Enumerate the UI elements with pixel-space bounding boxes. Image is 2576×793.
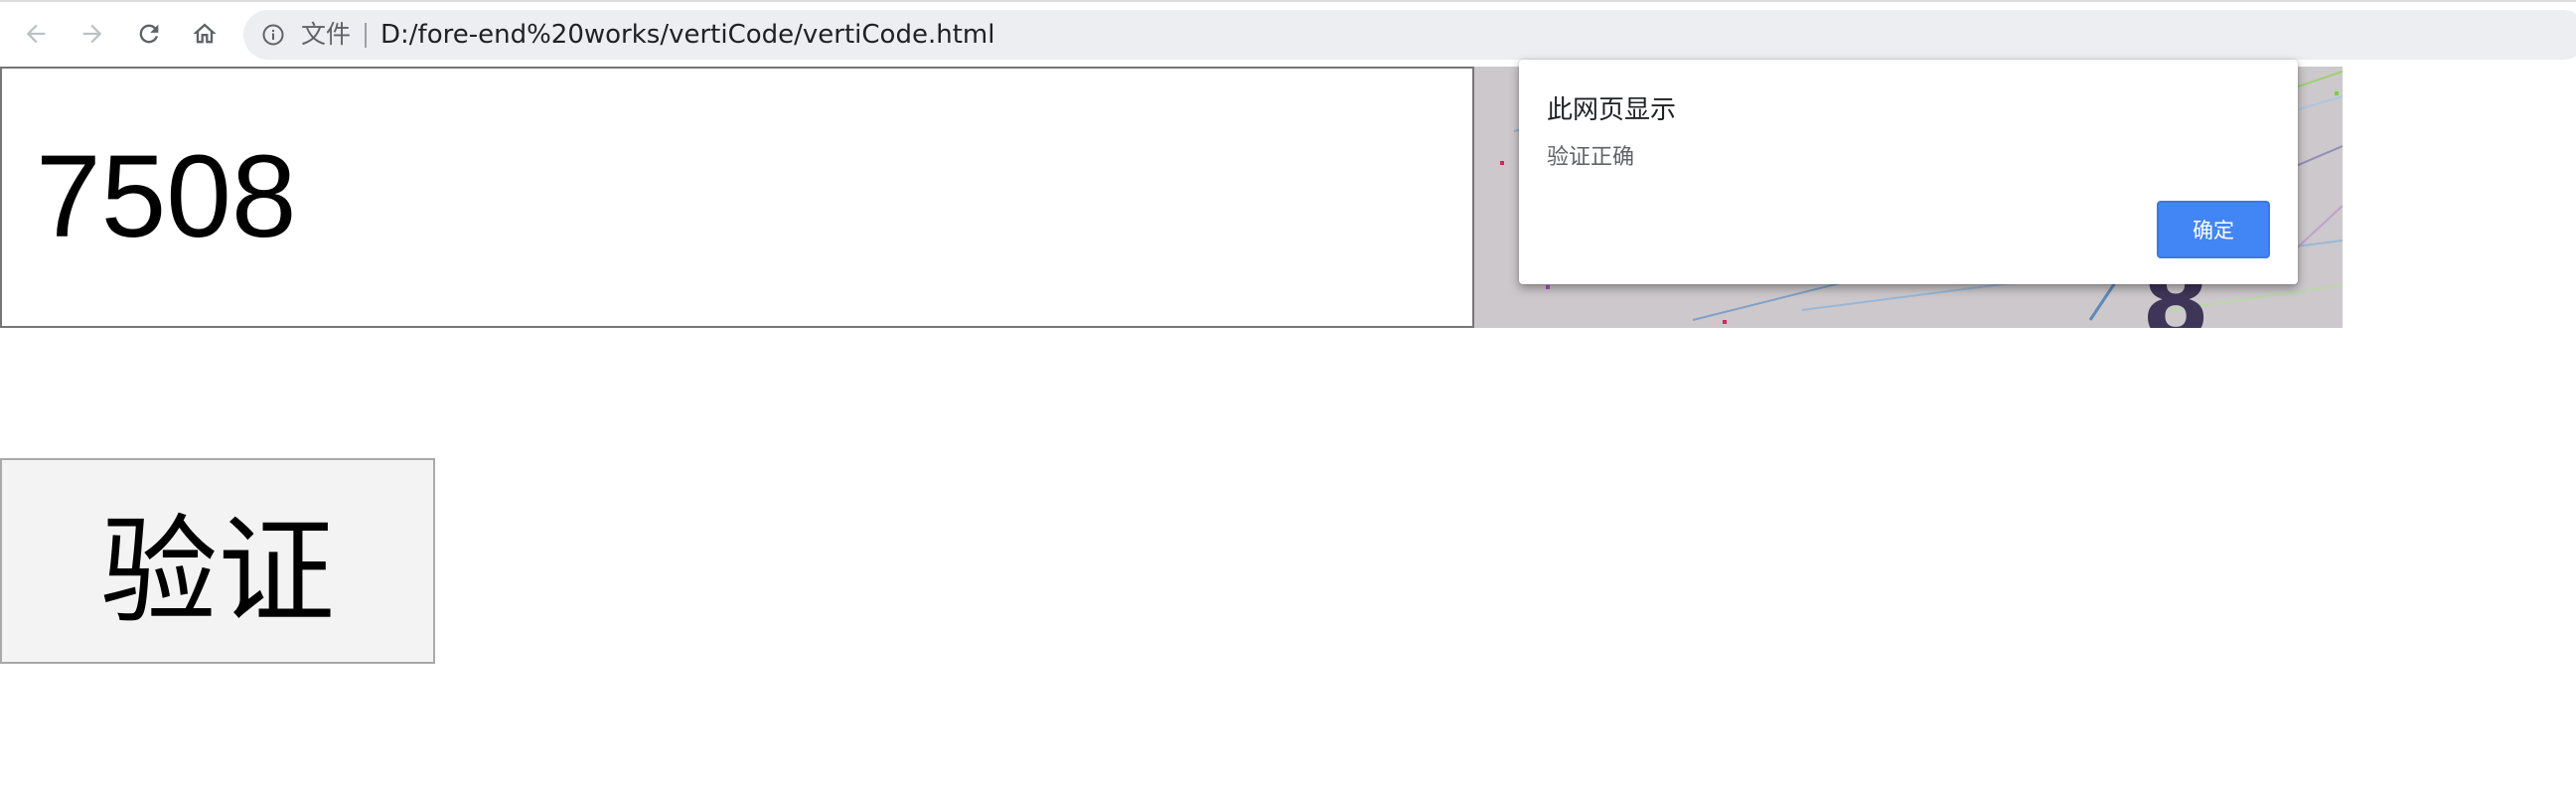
omnibox-divider bbox=[365, 23, 367, 48]
dialog-message: 验证正确 bbox=[1547, 145, 1635, 170]
alert-dialog: 此网页显示 验证正确 确定 bbox=[1519, 60, 2298, 284]
forward-arrow-icon bbox=[82, 24, 102, 44]
captcha-noise-dot bbox=[1723, 320, 1727, 324]
url-text[interactable]: D:/fore-end%20works/vertiCode/vertiCode.… bbox=[380, 10, 994, 60]
reload-button[interactable] bbox=[131, 16, 167, 52]
address-bar[interactable]: 文件 D:/fore-end%20works/vertiCode/vertiCo… bbox=[243, 10, 2576, 60]
ok-button[interactable]: 确定 bbox=[2157, 201, 2270, 258]
code-input[interactable]: 7508 bbox=[0, 67, 1474, 328]
captcha-noise-dot bbox=[1546, 285, 1550, 289]
back-button[interactable] bbox=[18, 16, 54, 52]
home-button[interactable] bbox=[187, 16, 223, 52]
forward-button[interactable] bbox=[75, 16, 110, 52]
info-icon[interactable] bbox=[261, 23, 285, 47]
scheme-label: 文件 bbox=[301, 20, 352, 49]
verify-button[interactable]: 验证 bbox=[0, 458, 435, 664]
dialog-title: 此网页显示 bbox=[1547, 95, 1677, 125]
captcha-noise-dot bbox=[2335, 91, 2339, 95]
reload-icon bbox=[139, 24, 159, 44]
captcha-noise-dot bbox=[1500, 161, 1504, 165]
home-icon bbox=[193, 23, 217, 44]
browser-toolbar: 文件 D:/fore-end%20works/vertiCode/vertiCo… bbox=[0, 0, 2576, 66]
back-arrow-icon bbox=[26, 24, 46, 44]
